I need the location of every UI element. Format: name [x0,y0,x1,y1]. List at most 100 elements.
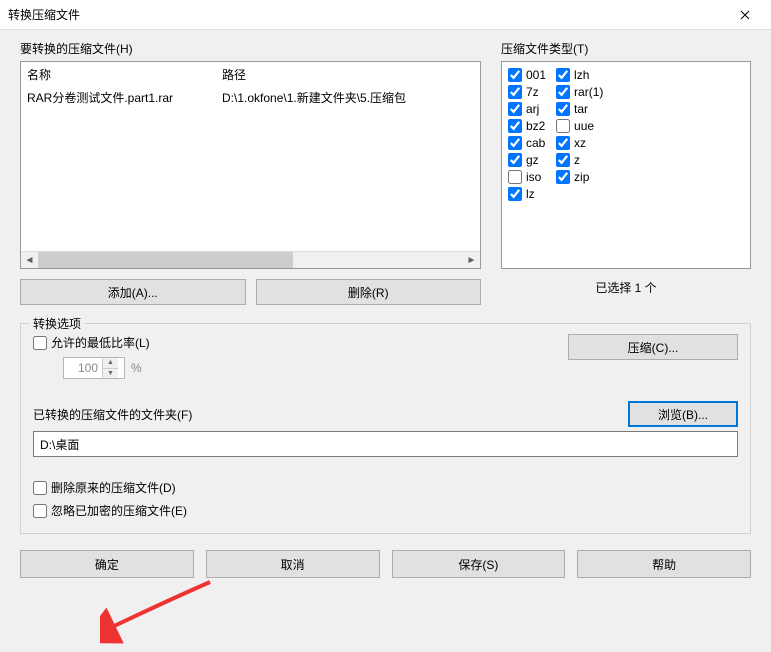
file-type-checkbox[interactable]: bz2 [508,119,546,133]
footer-buttons: 确定 取消 保存(S) 帮助 [20,550,751,578]
file-type-checkbox[interactable]: 7z [508,85,546,99]
ratio-input[interactable] [64,361,102,375]
browse-button[interactable]: 浏览(B)... [628,401,738,427]
scroll-left-arrow-icon[interactable]: ◄ [21,252,38,268]
file-type-label: zip [574,170,589,184]
file-type-checkbox[interactable]: 001 [508,68,546,82]
file-type-checkbox[interactable]: uue [556,119,603,133]
file-type-column: 001 7z arj bz2 cab gz iso lz [508,68,546,262]
list-body: RAR分卷测试文件.part1.rarD:\1.okfone\1.新建文件夹\5… [21,89,480,251]
file-type-checkbox[interactable]: rar(1) [556,85,603,99]
file-type-input[interactable] [556,170,570,184]
file-type-checkbox[interactable]: lz [508,187,546,201]
file-type-input[interactable] [556,119,570,133]
file-type-label: gz [526,153,539,167]
ratio-spinner[interactable]: ▲ ▼ [63,357,125,379]
compress-button[interactable]: 压缩(C)... [568,334,738,360]
file-type-label: iso [526,170,541,184]
file-type-input[interactable] [556,153,570,167]
selected-count: 已选择 1 个 [501,279,751,296]
file-type-input[interactable] [556,102,570,116]
file-type-checkbox[interactable]: zip [556,170,603,184]
file-types-list: 001 7z arj bz2 cab gz iso lz lzh rar(1) tar uue xz zz… [501,61,751,269]
scrollbar-track[interactable] [38,252,463,268]
file-type-label: tar [574,102,588,116]
table-row[interactable]: RAR分卷测试文件.part1.rarD:\1.okfone\1.新建文件夹\5… [25,89,476,106]
options-left: 允许的最低比率(L) ▲ ▼ % [33,334,150,379]
file-type-label: rar(1) [574,85,603,99]
close-icon [740,10,750,20]
cell-path: D:\1.okfone\1.新建文件夹\5.压缩包 [220,89,476,106]
file-type-label: uue [574,119,594,133]
scroll-right-arrow-icon[interactable]: ► [463,252,480,268]
folder-path-input[interactable] [33,431,738,457]
spinner-up-icon[interactable]: ▲ [103,358,118,369]
file-type-checkbox[interactable]: tar [556,102,603,116]
options-groupbox: 转换选项 允许的最低比率(L) ▲ ▼ [20,323,751,534]
file-type-checkbox[interactable]: iso [508,170,546,184]
help-button[interactable]: 帮助 [577,550,751,578]
save-button[interactable]: 保存(S) [392,550,566,578]
file-type-label: z [574,153,580,167]
folder-label: 已转换的压缩文件的文件夹(F) [33,406,192,423]
titlebar: 转换压缩文件 [0,0,771,30]
allow-ratio-label: 允许的最低比率(L) [51,334,150,351]
close-button[interactable] [725,1,765,29]
file-type-checkbox[interactable]: gz [508,153,546,167]
ok-button[interactable]: 确定 [20,550,194,578]
allow-ratio-input[interactable] [33,336,47,350]
percent-label: % [131,361,142,375]
file-type-label: lz [526,187,535,201]
ignore-encrypted-input[interactable] [33,504,47,518]
add-button[interactable]: 添加(A)... [20,279,246,305]
window-title: 转换压缩文件 [8,6,80,23]
col-header-path[interactable]: 路径 [220,66,476,83]
file-type-input[interactable] [508,170,522,184]
archive-buttons: 添加(A)... 删除(R) [20,279,481,305]
client-area: 要转换的压缩文件(H) 名称 路径 RAR分卷测试文件.part1.rarD:\… [0,30,771,652]
col-header-name[interactable]: 名称 [25,66,220,83]
spinner-down-icon[interactable]: ▼ [103,369,118,379]
file-type-label: lzh [574,68,589,82]
top-row: 要转换的压缩文件(H) 名称 路径 RAR分卷测试文件.part1.rarD:\… [20,40,751,305]
ignore-encrypted-label: 忽略已加密的压缩文件(E) [51,502,187,519]
file-type-input[interactable] [508,85,522,99]
ignore-encrypted-checkbox[interactable]: 忽略已加密的压缩文件(E) [33,502,738,519]
file-type-checkbox[interactable]: z [556,153,603,167]
file-type-input[interactable] [556,68,570,82]
file-type-input[interactable] [556,85,570,99]
delete-original-input[interactable] [33,481,47,495]
archives-label: 要转换的压缩文件(H) [20,40,481,57]
list-header: 名称 路径 [21,62,480,89]
file-type-label: xz [574,136,586,150]
groupbox-title: 转换选项 [29,315,85,332]
file-type-checkbox[interactable]: arj [508,102,546,116]
checkbox-group: 删除原来的压缩文件(D) 忽略已加密的压缩文件(E) [33,479,738,519]
allow-ratio-checkbox[interactable]: 允许的最低比率(L) [33,334,150,351]
file-type-column: lzh rar(1) tar uue xz z zip [556,68,603,262]
file-type-input[interactable] [508,187,522,201]
options-row1: 允许的最低比率(L) ▲ ▼ % 压缩(C)... [33,334,738,379]
types-panel: 压缩文件类型(T) 0017zarjbz2cabgzisolzlzhrar(1)… [501,40,751,305]
horizontal-scrollbar[interactable]: ◄ ► [21,251,480,268]
file-type-label: arj [526,102,539,116]
remove-button[interactable]: 删除(R) [256,279,482,305]
file-type-checkbox[interactable]: cab [508,136,546,150]
file-type-checkbox[interactable]: lzh [556,68,603,82]
file-type-input[interactable] [508,68,522,82]
archives-panel: 要转换的压缩文件(H) 名称 路径 RAR分卷测试文件.part1.rarD:\… [20,40,481,305]
delete-original-checkbox[interactable]: 删除原来的压缩文件(D) [33,479,738,496]
file-type-input[interactable] [556,136,570,150]
file-type-input[interactable] [508,119,522,133]
file-type-checkbox[interactable]: xz [556,136,603,150]
file-type-input[interactable] [508,153,522,167]
file-type-label: 7z [526,85,539,99]
folder-row: 已转换的压缩文件的文件夹(F) 浏览(B)... [33,401,738,427]
file-type-label: cab [526,136,545,150]
cancel-button[interactable]: 取消 [206,550,380,578]
file-type-input[interactable] [508,102,522,116]
file-type-label: 001 [526,68,546,82]
file-type-input[interactable] [508,136,522,150]
scrollbar-thumb[interactable] [38,252,293,268]
archives-list[interactable]: 名称 路径 RAR分卷测试文件.part1.rarD:\1.okfone\1.新… [20,61,481,269]
